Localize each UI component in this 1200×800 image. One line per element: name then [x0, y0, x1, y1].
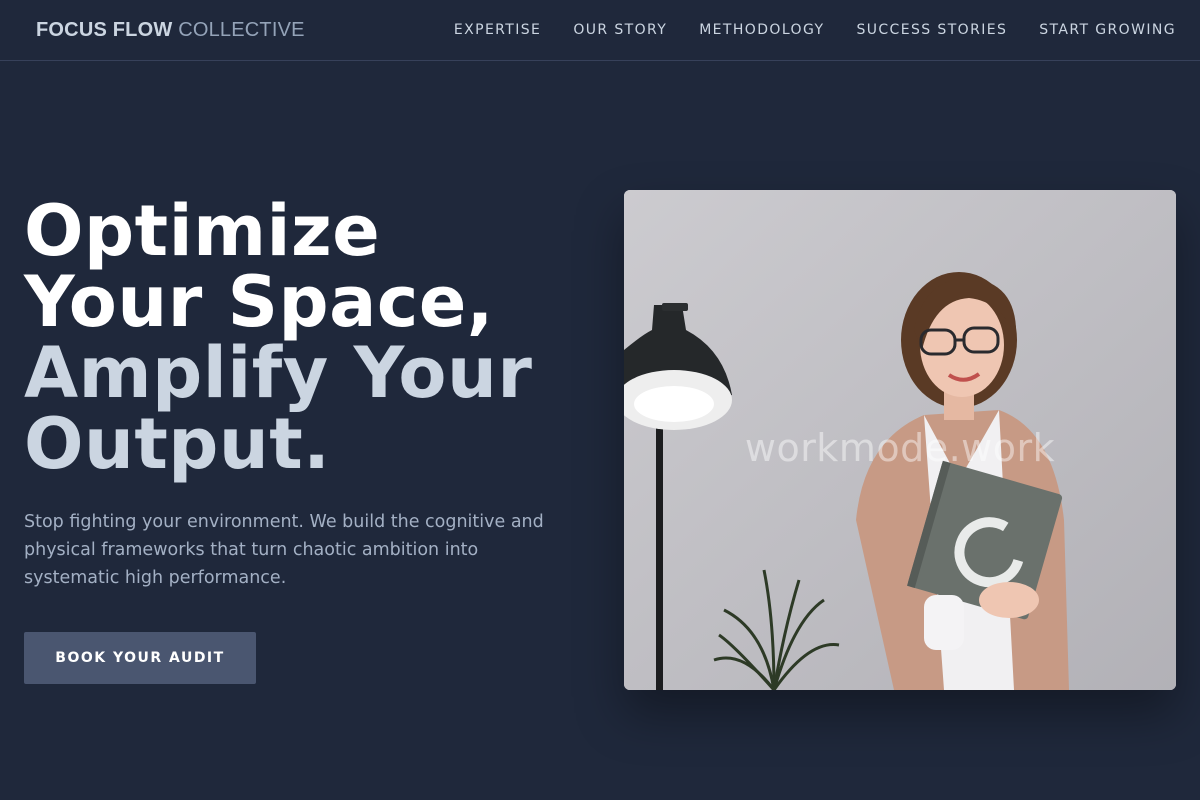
- hero-title-line-3: Amplify Your: [24, 332, 533, 414]
- nav-links: EXPERTISE OUR STORY METHODOLOGY SUCCESS …: [454, 20, 1176, 40]
- brand-name-light: COLLECTIVE: [178, 19, 305, 41]
- brand-name-bold: FOCUS FLOW: [36, 19, 173, 41]
- hero-subtitle: Stop fighting your environment. We build…: [24, 512, 544, 588]
- book-audit-button[interactable]: BOOK YOUR AUDIT: [24, 632, 256, 684]
- nav-link-success-stories[interactable]: SUCCESS STORIES: [856, 20, 1007, 40]
- hero-photo: workmode.work: [624, 190, 1176, 690]
- nav-link-start-growing[interactable]: START GROWING: [1039, 20, 1176, 40]
- hero-title-line-4: Output.: [24, 403, 331, 485]
- nav-link-our-story[interactable]: OUR STORY: [573, 20, 667, 40]
- top-nav: FOCUS FLOW COLLECTIVE EXPERTISE OUR STOR…: [0, 0, 1200, 61]
- hero-title: Optimize Your Space, Amplify Your Output…: [24, 196, 584, 480]
- photo-watermark: workmode.work: [744, 426, 1056, 470]
- nav-link-methodology[interactable]: METHODOLOGY: [699, 20, 824, 40]
- hero-title-line-2: Your Space,: [24, 261, 494, 343]
- brand-logo[interactable]: FOCUS FLOW COLLECTIVE: [36, 18, 305, 42]
- nav-link-expertise[interactable]: EXPERTISE: [454, 20, 541, 40]
- hero-title-line-1: Optimize: [24, 190, 381, 272]
